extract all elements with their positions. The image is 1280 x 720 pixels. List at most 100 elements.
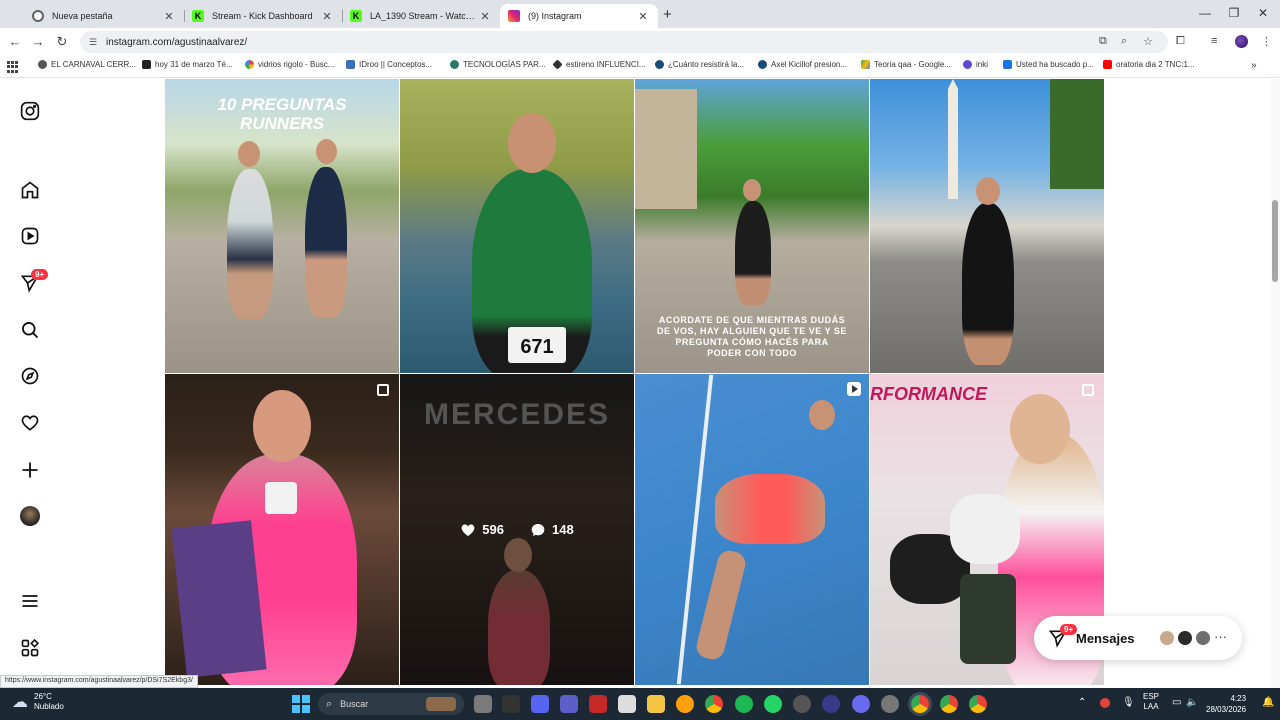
back-icon[interactable]: ← [6, 34, 24, 49]
more-bookmarks-icon[interactable]: » [1251, 60, 1257, 71]
search-icon: ⌕ [326, 697, 333, 710]
address-url: instagram.com/agustinaalvarez/ [106, 36, 248, 48]
chrome-icon[interactable] [705, 695, 723, 713]
site-info-icon[interactable]: ☰ [86, 37, 100, 48]
tab-nueva-pestana[interactable]: Nueva pestaña ✕ [24, 4, 184, 28]
menu-icon[interactable]: ⋮ [1261, 35, 1272, 48]
language-indicator[interactable]: ESP LAA [1143, 692, 1159, 712]
chrome-active-icon[interactable] [911, 695, 929, 713]
bookmark-item[interactable]: estireno INFLUENCI... [552, 59, 646, 70]
bookmark-item[interactable]: Usted ha buscado p... [1003, 60, 1094, 69]
hamburger-menu-icon[interactable] [19, 590, 41, 612]
bookmark-label: TECNOLOGÍAS PAR... [463, 60, 546, 69]
close-icon[interactable]: ✕ [478, 10, 492, 23]
minimize-icon[interactable]: — [1190, 6, 1220, 20]
obelisk-shape [948, 79, 958, 199]
page-scrollbar[interactable] [1271, 79, 1280, 688]
person-head [1010, 394, 1070, 464]
bookmark-item[interactable]: IDroo || Conceptos... [346, 60, 432, 69]
extensions-icon[interactable]: ⧠ [1176, 35, 1185, 48]
tray-chevron-icon[interactable]: ⌃ [1078, 697, 1086, 708]
search-icon[interactable] [19, 319, 41, 341]
messages-button[interactable]: 9+ Mensajes ··· [1034, 616, 1242, 660]
spotify-icon[interactable] [735, 695, 753, 713]
post-tile[interactable]: 10 PREGUNTAS RUNNERS [165, 79, 399, 373]
chrome-icon[interactable] [940, 695, 958, 713]
teams-icon[interactable] [560, 695, 578, 713]
bookmark-item[interactable]: ¿Cuánto resistirá la... [655, 60, 744, 69]
explore-compass-icon[interactable] [19, 365, 41, 387]
profile-avatar[interactable] [1235, 35, 1248, 48]
close-icon[interactable]: ✕ [162, 10, 176, 23]
heart-filled-icon [461, 524, 475, 536]
bookmark-label: estireno INFLUENCI... [566, 60, 646, 69]
notification-bell-icon[interactable]: 🔔 [1262, 697, 1274, 708]
close-window-icon[interactable]: ✕ [1248, 6, 1278, 20]
bookmark-item[interactable]: oratoria dia 2 TNC:1... [1103, 60, 1195, 69]
browser-app-icon[interactable] [676, 695, 694, 713]
create-plus-icon[interactable] [19, 459, 41, 481]
app-icon[interactable] [852, 695, 870, 713]
apps-grid-icon[interactable] [7, 61, 19, 73]
windows-start-icon[interactable] [292, 695, 310, 713]
taskbar-search[interactable]: ⌕ Buscar [318, 693, 464, 715]
runner-head [809, 400, 835, 430]
address-bar[interactable]: ☰ instagram.com/agustinaalvarez/ [80, 31, 1168, 53]
forward-icon[interactable]: → [29, 34, 47, 49]
reload-icon[interactable]: ↻ [53, 34, 71, 50]
runner-head [976, 177, 1000, 205]
bookmark-item[interactable]: Teoria qaa - Google... [861, 60, 951, 69]
instagram-logo-icon[interactable] [19, 100, 41, 122]
tray-app-icon[interactable] [1100, 698, 1110, 708]
bookmark-item[interactable]: EL CARNAVAL CERR... [38, 60, 136, 69]
close-icon[interactable]: ✕ [636, 10, 650, 23]
post-tile[interactable]: ACORDATE DE QUE MIENTRAS DUDÁS DE VOS, H… [635, 79, 869, 373]
home-icon[interactable] [19, 179, 41, 201]
scrollbar-thumb[interactable] [1272, 200, 1278, 282]
zoom-icon[interactable]: ⌕ [1121, 35, 1127, 48]
profile-avatar-icon[interactable] [19, 505, 41, 527]
volume-icon[interactable]: 🔈 [1186, 697, 1198, 708]
post-tile[interactable] [165, 374, 399, 685]
post-tile[interactable] [870, 79, 1104, 373]
weather-widget[interactable]: ☁ 26°C Nublado [12, 692, 64, 712]
bookmark-star-icon[interactable]: ☆ [1143, 35, 1153, 48]
reels-icon[interactable] [19, 225, 41, 247]
epic-games-icon[interactable] [502, 695, 520, 713]
bookmark-item[interactable]: hoy 31 de marzo Té... [142, 60, 233, 69]
close-icon[interactable]: ✕ [320, 10, 334, 23]
file-explorer-icon[interactable] [647, 695, 665, 713]
tab-instagram[interactable]: (9) Instagram ✕ [500, 4, 658, 28]
microphone-icon[interactable]: 🎙 [1122, 697, 1135, 708]
app-icon[interactable] [822, 695, 840, 713]
new-tab-icon[interactable]: + [663, 6, 672, 23]
discord-icon[interactable] [531, 695, 549, 713]
bookmark-item[interactable]: Axel Kicillof presion... [758, 60, 847, 69]
more-apps-icon[interactable] [19, 637, 41, 659]
store-icon[interactable] [618, 695, 636, 713]
tab-kick-dashboard[interactable]: K Stream - Kick Dashboard ✕ [184, 4, 342, 28]
post-tile[interactable] [635, 374, 869, 685]
chrome-icon[interactable] [969, 695, 987, 713]
bookmark-item[interactable]: inki [963, 60, 988, 69]
clock[interactable]: 4:23 28/03/2026 [1206, 693, 1246, 715]
task-view-icon[interactable] [474, 695, 492, 713]
reel-icon [847, 382, 861, 396]
install-app-icon[interactable]: ⧉ [1099, 35, 1107, 48]
red-app-icon[interactable] [589, 695, 607, 713]
runner-head [316, 139, 337, 164]
settings-gear-icon[interactable] [881, 695, 899, 713]
media-control-icon[interactable]: ≡ [1211, 35, 1217, 47]
post-tile[interactable]: 671 [400, 79, 634, 373]
tab-title: Stream - Kick Dashboard [212, 11, 313, 21]
more-icon[interactable]: ··· [1214, 629, 1227, 644]
bookmark-item[interactable]: vidrios rigolo - Busc... [245, 60, 334, 69]
tab-kick-stream[interactable]: K LA_1390 Stream - Watch Live o ✕ [342, 4, 500, 28]
whatsapp-icon[interactable] [764, 695, 782, 713]
restore-icon[interactable]: ❐ [1219, 6, 1249, 20]
app-icon[interactable] [793, 695, 811, 713]
heart-icon[interactable] [19, 412, 41, 434]
post-tile-hovered[interactable]: MERCEDES 596 148 [400, 374, 634, 685]
bookmark-item[interactable]: TECNOLOGÍAS PAR... [450, 60, 546, 69]
network-icon[interactable]: ▭ [1172, 697, 1181, 708]
